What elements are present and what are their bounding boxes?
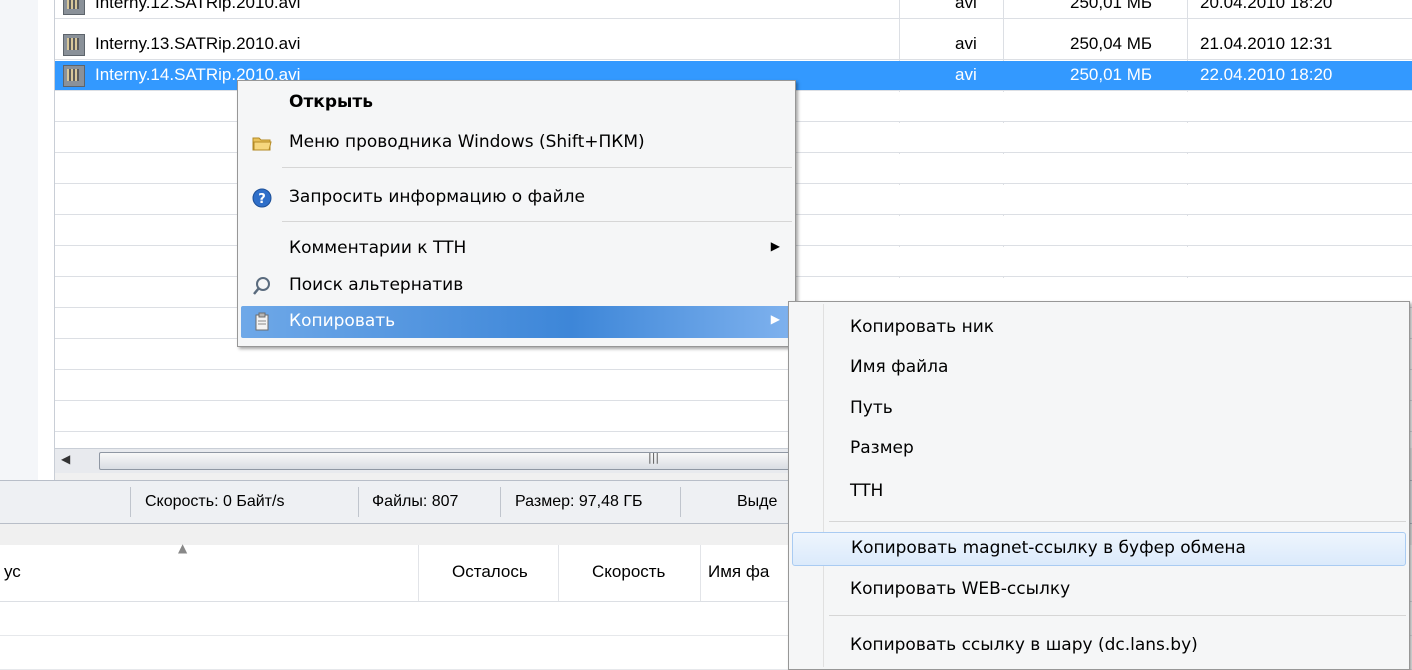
grip-icon: ||| <box>648 451 660 464</box>
submenu-item-tth[interactable]: TTH <box>792 476 1406 508</box>
file-row[interactable]: Interny.12.SATRip.2010.avi avi 250,01 МБ… <box>55 0 1412 19</box>
video-file-icon <box>63 0 85 15</box>
status-divider <box>680 487 681 517</box>
file-type: avi <box>955 34 977 53</box>
submenu-item-path[interactable]: Путь <box>792 393 1406 425</box>
magnifier-icon <box>253 277 270 295</box>
menu-separator <box>829 521 1406 522</box>
file-name: Interny.12.SATRip.2010.avi <box>95 0 301 12</box>
menu-item-search-alternatives[interactable]: Поиск альтернатив <box>241 270 792 302</box>
status-files: Файлы: 807 <box>372 493 459 510</box>
scroll-left-icon[interactable]: ◀ <box>61 452 70 466</box>
column-divider <box>558 545 559 601</box>
menu-separator <box>282 221 792 222</box>
svg-text:?: ? <box>258 192 266 207</box>
column-remaining[interactable]: Осталось <box>452 562 528 582</box>
copy-submenu: Копировать ник Имя файла Путь Размер TTH… <box>788 301 1410 670</box>
column-status[interactable]: ус <box>4 562 21 582</box>
status-size: Размер: 97,48 ГБ <box>515 493 643 510</box>
submenu-item-copy-nick[interactable]: Копировать ник <box>792 312 1406 344</box>
menu-item-explorer-menu[interactable]: Меню проводника Windows (Shift+ПКМ) <box>241 127 792 159</box>
column-divider <box>418 545 419 601</box>
column-speed[interactable]: Скорость <box>592 562 665 582</box>
folder-icon <box>252 137 272 151</box>
submenu-item-copy-magnet[interactable]: Копировать magnet-ссылку в буфер обмена <box>792 532 1406 566</box>
menu-item-tth-comments[interactable]: Комментарии к TTH ▶ <box>241 233 792 265</box>
status-divider <box>130 487 131 517</box>
file-date: 21.04.2010 12:31 <box>1200 34 1333 53</box>
file-size: 250,01 МБ <box>1070 65 1153 84</box>
status-divider <box>358 487 359 517</box>
file-size: 250,04 МБ <box>1070 34 1153 53</box>
menu-separator <box>829 615 1406 616</box>
clipboard-icon <box>255 312 269 331</box>
submenu-item-copy-web[interactable]: Копировать WEB-ссылку <box>792 574 1406 606</box>
file-type: avi <box>955 65 977 84</box>
left-panel-strip <box>0 0 39 480</box>
status-selected: Выде <box>737 493 778 510</box>
file-date: 22.04.2010 18:20 <box>1200 65 1333 84</box>
file-date: 20.04.2010 18:20 <box>1200 0 1333 12</box>
file-type: avi <box>955 0 977 12</box>
sort-ascending-icon: ▲ <box>178 541 188 555</box>
submenu-arrow-icon: ▶ <box>770 239 780 253</box>
menu-item-request-info[interactable]: ? Запросить информацию о файле <box>241 182 792 214</box>
menu-separator <box>282 167 792 168</box>
menu-item-copy[interactable]: Копировать ▶ <box>241 306 792 338</box>
column-divider <box>700 545 701 601</box>
horizontal-scrollbar[interactable]: ◀ ||| <box>55 448 855 473</box>
file-name: Interny.13.SATRip.2010.avi <box>95 34 301 53</box>
video-file-icon <box>63 34 85 56</box>
scroll-thumb[interactable]: ||| <box>99 451 801 470</box>
menu-item-open[interactable]: Открыть <box>241 87 792 119</box>
video-file-icon <box>63 65 85 87</box>
tree-panel-edge <box>38 0 55 480</box>
status-speed: Скорость: 0 Байт/s <box>145 493 285 510</box>
submenu-item-file-name[interactable]: Имя файла <box>792 352 1406 384</box>
submenu-item-size[interactable]: Размер <box>792 433 1406 465</box>
file-size: 250,01 МБ <box>1070 0 1153 12</box>
submenu-item-copy-share[interactable]: Копировать ссылку в шару (dc.lans.by) <box>792 630 1406 662</box>
submenu-arrow-icon: ▶ <box>770 312 780 326</box>
help-icon: ? <box>252 188 272 208</box>
column-filename[interactable]: Имя фа <box>708 562 769 582</box>
context-menu: Открыть Меню проводника Windows (Shift+П… <box>237 80 796 347</box>
file-row[interactable]: Interny.13.SATRip.2010.avi avi 250,04 МБ… <box>55 30 1412 60</box>
status-divider <box>500 487 501 517</box>
